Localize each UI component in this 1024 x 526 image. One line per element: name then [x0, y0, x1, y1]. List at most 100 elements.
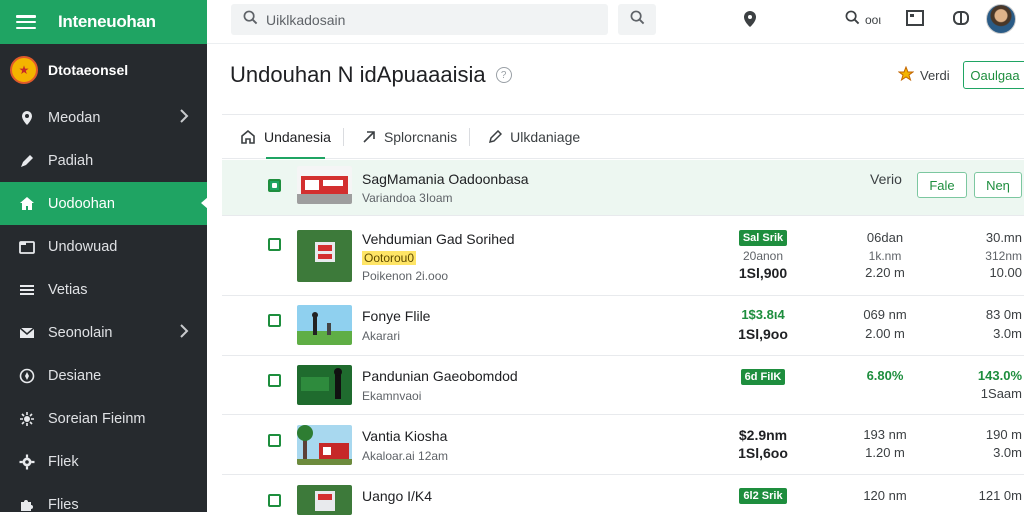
- apps-icon[interactable]: [953, 10, 969, 26]
- table-row-selected[interactable]: SagMamania Oadoonbasa Variandoa 3Ioam Ve…: [222, 160, 1024, 216]
- location-icon[interactable]: [742, 10, 758, 28]
- window-icon[interactable]: [906, 10, 924, 26]
- row-thumbnail: [297, 485, 352, 515]
- arrow-icon: [362, 130, 376, 144]
- metric-c1: 143.0%: [977, 368, 1022, 383]
- tab-splorcnanis[interactable]: Splorcnanis: [344, 115, 469, 158]
- pencil-icon: [488, 129, 503, 144]
- search-options-button[interactable]: ooι: [845, 10, 881, 30]
- table-row[interactable]: Fonye Flile Akarari 1$3.8ι4 1Sl,9oo 069 …: [222, 296, 1024, 356]
- row-checkbox[interactable]: [268, 434, 281, 447]
- metric-c1: 190 m: [985, 427, 1022, 442]
- metric-b1: 193 nm: [863, 427, 907, 442]
- price-badge: Sal Srik: [737, 230, 789, 246]
- chevron-right-icon: [179, 109, 189, 127]
- row-tag: Ootorou0: [362, 251, 417, 265]
- price-value: 1Sl,6oo: [738, 445, 788, 461]
- tab-label: Splorcnanis: [383, 128, 458, 145]
- sidebar-item-fliek[interactable]: Fliek: [0, 440, 207, 483]
- sidebar-item-meodan[interactable]: Meodan: [0, 96, 207, 139]
- sidebar-item-label: Desiane: [48, 367, 102, 384]
- row-checkbox[interactable]: [268, 179, 281, 192]
- row-title: SagMamania Oadoonbasa: [362, 171, 529, 187]
- row-title: Uango I/K4: [362, 488, 433, 504]
- sidebar-item-flies[interactable]: Flies: [0, 483, 207, 526]
- sidebar-item-label: Vetias: [48, 281, 88, 298]
- tab-bar: Undanesia Splorcnanis Ulkdaniage: [222, 114, 1024, 159]
- tab-ulkdaniage[interactable]: Ulkdaniage: [470, 115, 592, 158]
- settings-icon: [18, 410, 36, 428]
- metric-b3: 2.20 m: [865, 265, 905, 280]
- price-badge-text: 6l2 Srik: [739, 488, 787, 504]
- search-icon: [845, 10, 860, 30]
- sidebar-item-undowuad[interactable]: Undowuad: [0, 225, 207, 268]
- table-row[interactable]: Vehdumian Gad Sorihed Ootorou0 Poikenon …: [222, 216, 1024, 296]
- sidebar-item-padiah[interactable]: Padiah: [0, 139, 207, 182]
- primary-action-button[interactable]: Oaulgaa: [963, 61, 1024, 89]
- puzzle-icon: [18, 496, 36, 514]
- chevron-right-icon: [179, 324, 189, 342]
- new-button[interactable]: Neη: [974, 172, 1022, 198]
- help-icon[interactable]: ?: [495, 67, 512, 83]
- table-row[interactable]: Pandunian Gaeobomdod Ekamnvaoi 6d FiIK 6…: [222, 356, 1024, 415]
- list-icon: [18, 281, 36, 299]
- account-logo-icon: ★: [10, 56, 38, 84]
- user-avatar[interactable]: [986, 4, 1016, 34]
- sidebar-item-label: Soreian Fieinm: [48, 410, 146, 427]
- metric-b1: 069 nm: [863, 307, 907, 322]
- sidebar-item-uodoohan[interactable]: Uodoohan: [0, 182, 208, 225]
- fale-button[interactable]: Fale: [917, 172, 967, 198]
- row-checkbox[interactable]: [268, 494, 281, 507]
- row-checkbox[interactable]: [268, 374, 281, 387]
- row-title: Fonye Flile: [362, 308, 431, 324]
- pin-icon: [18, 109, 36, 127]
- sidebar-item-seonolain[interactable]: Seonolain: [0, 311, 207, 354]
- metric-b1: 6.80%: [866, 368, 904, 383]
- price-green: 1$3.8ι4: [741, 307, 785, 322]
- star-icon: [897, 65, 915, 85]
- verdi-label: Verdi: [920, 68, 950, 83]
- metric-b2: 1k.nm: [868, 249, 902, 263]
- metric-c2: 312nm: [985, 249, 1022, 263]
- app-header: Inteneuohan: [0, 0, 207, 44]
- mail-icon: [18, 324, 36, 342]
- verdi-link[interactable]: Verdi: [897, 65, 950, 85]
- search-button[interactable]: [618, 4, 656, 35]
- edit-icon: [18, 152, 36, 170]
- sidebar-item-label: Uodoohan: [48, 195, 115, 212]
- price-main: $2.9nm: [738, 427, 788, 443]
- hamburger-menu-icon[interactable]: [16, 15, 36, 29]
- metric-c1: 30.mn: [985, 230, 1022, 245]
- sidebar-item-label: Flies: [48, 496, 79, 513]
- row-checkbox[interactable]: [268, 238, 281, 251]
- sidebar: Inteneuohan ★ Dtotaeonsel Meodan Padiah …: [0, 0, 208, 513]
- sidebar-item-soreian[interactable]: Soreian Fieinm: [0, 397, 207, 440]
- row-subtitle: Akaloar.ai 12am: [362, 449, 449, 463]
- sidebar-item-label: Padiah: [48, 152, 94, 169]
- price-value: 1Sl,9oo: [738, 326, 788, 342]
- account-switcher[interactable]: ★ Dtotaeonsel: [0, 44, 207, 96]
- price-badge-text: Sal Srik: [738, 230, 788, 246]
- sidebar-item-label: Meodan: [48, 109, 101, 126]
- price-value: 1Sl,900: [738, 265, 788, 281]
- gear-icon: [18, 453, 36, 471]
- sidebar-item-desiane[interactable]: Desiane: [0, 354, 207, 397]
- search-input[interactable]: [266, 11, 586, 28]
- sidebar-item-vetias[interactable]: Vetias: [0, 268, 207, 311]
- row-checkbox[interactable]: [268, 314, 281, 327]
- table-row[interactable]: Vantia Kiosha Akaloar.ai 12am $2.9nm 1Sl…: [222, 415, 1024, 475]
- metric-c1: 121 0m: [978, 488, 1022, 503]
- tab-undanesia[interactable]: Undanesia: [222, 115, 343, 159]
- row-subtitle: Variandoa 3Ioam: [362, 191, 453, 205]
- metric-c3: 10.00: [989, 265, 1022, 280]
- table-row[interactable]: Uango I/K4 6l2 Srik 120 nm 121 0m: [222, 475, 1024, 515]
- row-subtitle: Ekamnvaoi: [362, 389, 422, 403]
- search-options-label: ooι: [865, 13, 882, 27]
- row-thumbnail: [297, 425, 352, 465]
- metric-b3: 2.00 m: [865, 326, 905, 341]
- sidebar-item-label: Fliek: [48, 453, 79, 470]
- page-title-text: Undouhan N idApuaaaisia: [230, 62, 486, 87]
- search-box[interactable]: [231, 4, 608, 35]
- price-secondary: 20anon: [742, 249, 784, 263]
- home-outline-icon: [240, 129, 256, 145]
